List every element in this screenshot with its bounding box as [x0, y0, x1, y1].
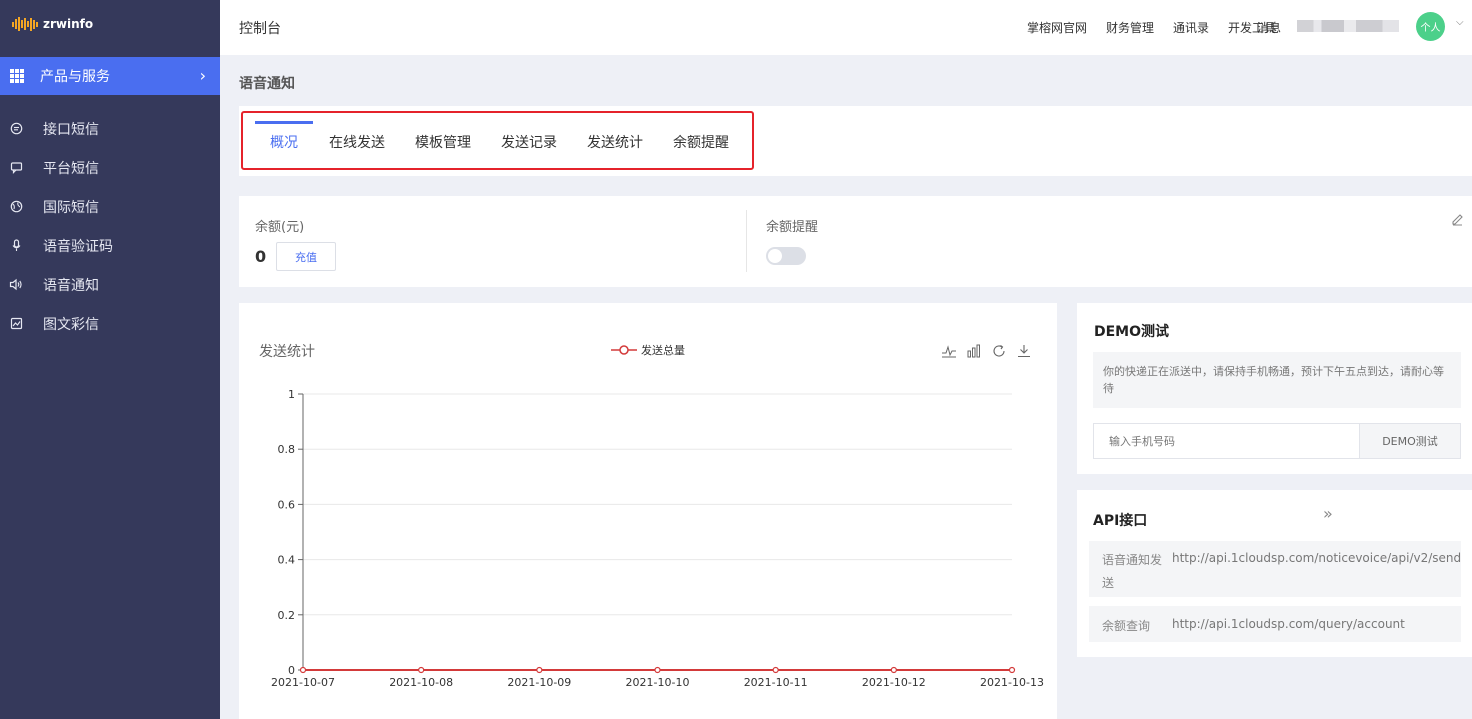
user-name-blurred: [1297, 20, 1399, 32]
nav-official-site[interactable]: 掌榕网官网: [1027, 19, 1087, 36]
image-icon: [8, 316, 24, 332]
tab-online-send[interactable]: 在线发送: [329, 132, 385, 152]
send-stats-chart: 0 0.2 0.4 0.6 0.8 1 2021-10-07 2021-10-08 2021-1…: [239, 303, 1057, 719]
download-icon[interactable]: [1016, 343, 1032, 359]
logo[interactable]: zrwinfo: [0, 0, 220, 48]
sidebar-item-voice-code[interactable]: 语音验证码: [0, 226, 220, 265]
sidebar-item-mms[interactable]: 图文彩信: [0, 304, 220, 343]
tab-balance-remind[interactable]: 余额提醒: [673, 132, 729, 152]
api-url[interactable]: http://api.1cloudsp.com/query/account: [1172, 617, 1405, 631]
microphone-icon: [8, 238, 24, 254]
api-title: API接口: [1093, 513, 1148, 529]
sidebar-item-intl-sms[interactable]: 国际短信: [0, 187, 220, 226]
chart-toolbox: [941, 343, 1032, 359]
refresh-icon[interactable]: [991, 343, 1007, 359]
legend-label: 发送总量: [641, 344, 685, 357]
header-title: 控制台: [239, 21, 281, 37]
data-point: [772, 666, 779, 674]
sidebar-item-label: 语音通知: [43, 277, 99, 294]
balance-card: 余额(元) 0 充值 余额提醒: [239, 196, 1472, 287]
x-tick-label: 2021-10-11: [744, 676, 808, 689]
tabs-bar: 概况 在线发送 模板管理 发送记录 发送统计 余额提醒: [239, 106, 1472, 176]
sidebar-item-label: 平台短信: [43, 160, 99, 177]
x-tick-label: 2021-10-08: [389, 676, 453, 689]
sidebar-group-products[interactable]: 产品与服务 ›: [0, 57, 220, 95]
sidebar-item-label: 国际短信: [43, 199, 99, 216]
avatar[interactable]: 个人: [1416, 12, 1445, 41]
balance-label: 余额(元): [255, 220, 305, 235]
bar-chart-icon[interactable]: [966, 343, 982, 359]
nav-contacts[interactable]: 通讯录: [1173, 19, 1209, 36]
api-url[interactable]: http://api.1cloudsp.com/noticevoice/api/…: [1172, 551, 1461, 565]
x-tick-label: 2021-10-07: [271, 676, 335, 689]
api-row-balance-query: 余额查询 http://api.1cloudsp.com/query/accou…: [1089, 606, 1461, 642]
y-tick-label: 0.2: [278, 609, 296, 622]
globe-icon: [8, 199, 24, 215]
double-chevron-right-icon[interactable]: »: [1323, 504, 1333, 523]
sidebar-item-label: 语音验证码: [43, 238, 113, 255]
balance-value: 0: [255, 247, 267, 266]
balance-remind-toggle[interactable]: [766, 247, 806, 265]
active-tab-indicator: [255, 121, 313, 124]
chart-canvas: 00.20.40.60.812021-10-07 2021-10-08 2021-1…: [271, 388, 1044, 689]
sidebar: zrwinfo 产品与服务 › 接口短信 平台短信 国际短信 语音验证码 语音通…: [0, 0, 220, 719]
chevron-down-icon[interactable]: ⌵: [1456, 17, 1464, 28]
sidebar-item-label: 接口短信: [43, 121, 99, 138]
sidebar-group-label: 产品与服务: [40, 69, 110, 85]
data-point: [299, 666, 307, 674]
y-tick-label: 1: [288, 388, 295, 401]
data-point: [536, 666, 543, 674]
data-point: [890, 666, 897, 674]
divider: [746, 210, 747, 272]
api-row-voice-notice: 语音通知发 送 http://api.1cloudsp.com/noticevo…: [1089, 541, 1461, 597]
tab-send-stats[interactable]: 发送统计: [587, 132, 643, 152]
demo-card: DEMO测试 你的快递正在派送中，请保持手机畅通，预计下午五点到达，请耐心等待 …: [1077, 303, 1472, 474]
x-tick-label: 2021-10-09: [507, 676, 571, 689]
data-point: [654, 666, 661, 674]
chat-icon: [8, 121, 24, 137]
data-point: [1008, 666, 1016, 674]
demo-title: DEMO测试: [1094, 324, 1170, 340]
recharge-button[interactable]: 充值: [276, 242, 336, 271]
demo-message: 你的快递正在派送中，请保持手机畅通，预计下午五点到达，请耐心等待: [1093, 352, 1461, 408]
edit-icon[interactable]: [1450, 212, 1464, 230]
sidebar-item-label: 图文彩信: [43, 316, 99, 333]
api-label: 余额查询: [1102, 619, 1151, 633]
nav-messages[interactable]: 消息: [1257, 19, 1281, 36]
y-tick-label: 0.8: [278, 443, 296, 456]
chevron-right-icon: ›: [199, 66, 206, 85]
phone-input[interactable]: [1093, 423, 1360, 459]
sidebar-item-platform-sms[interactable]: 平台短信: [0, 148, 220, 187]
tab-template-manage[interactable]: 模板管理: [415, 132, 471, 152]
message-icon: [8, 160, 24, 176]
grid-icon: [10, 69, 24, 83]
api-card: API接口 » 语音通知发 送 http://api.1cloudsp.com/…: [1077, 490, 1472, 657]
logo-text: zrwinfo: [43, 17, 94, 31]
api-label: 语音通知发: [1102, 553, 1163, 567]
data-point: [418, 666, 425, 674]
y-tick-label: 0.6: [278, 498, 296, 511]
sidebar-item-voice-notice[interactable]: 语音通知: [0, 265, 220, 304]
logo-wave-icon: [12, 17, 38, 31]
x-tick-label: 2021-10-12: [862, 676, 926, 689]
sidebar-item-api-sms[interactable]: 接口短信: [0, 109, 220, 148]
balance-remind-label: 余额提醒: [766, 220, 819, 235]
header-nav: 掌榕网官网 财务管理 通讯录 开发工具: [1027, 19, 1276, 36]
api-label-cont: 送: [1102, 576, 1115, 590]
line-chart-icon[interactable]: [941, 343, 957, 359]
legend-line-icon: [611, 345, 637, 355]
demo-test-button[interactable]: DEMO测试: [1359, 423, 1461, 459]
y-tick-label: 0.4: [278, 554, 296, 567]
chart-legend[interactable]: 发送总量: [611, 342, 685, 358]
x-tick-label: 2021-10-10: [626, 676, 690, 689]
tab-overview[interactable]: 概况: [270, 132, 298, 152]
tab-send-records[interactable]: 发送记录: [501, 132, 557, 152]
nav-finance[interactable]: 财务管理: [1106, 19, 1154, 36]
x-tick-label: 2021-10-13: [980, 676, 1044, 689]
page-title: 语音通知: [239, 76, 295, 92]
speaker-icon: [8, 277, 24, 293]
toggle-knob: [768, 249, 782, 263]
chart-title: 发送统计: [259, 344, 315, 360]
top-header: 控制台 掌榕网官网 财务管理 通讯录 开发工具 消息 个人 ⌵: [220, 0, 1472, 55]
